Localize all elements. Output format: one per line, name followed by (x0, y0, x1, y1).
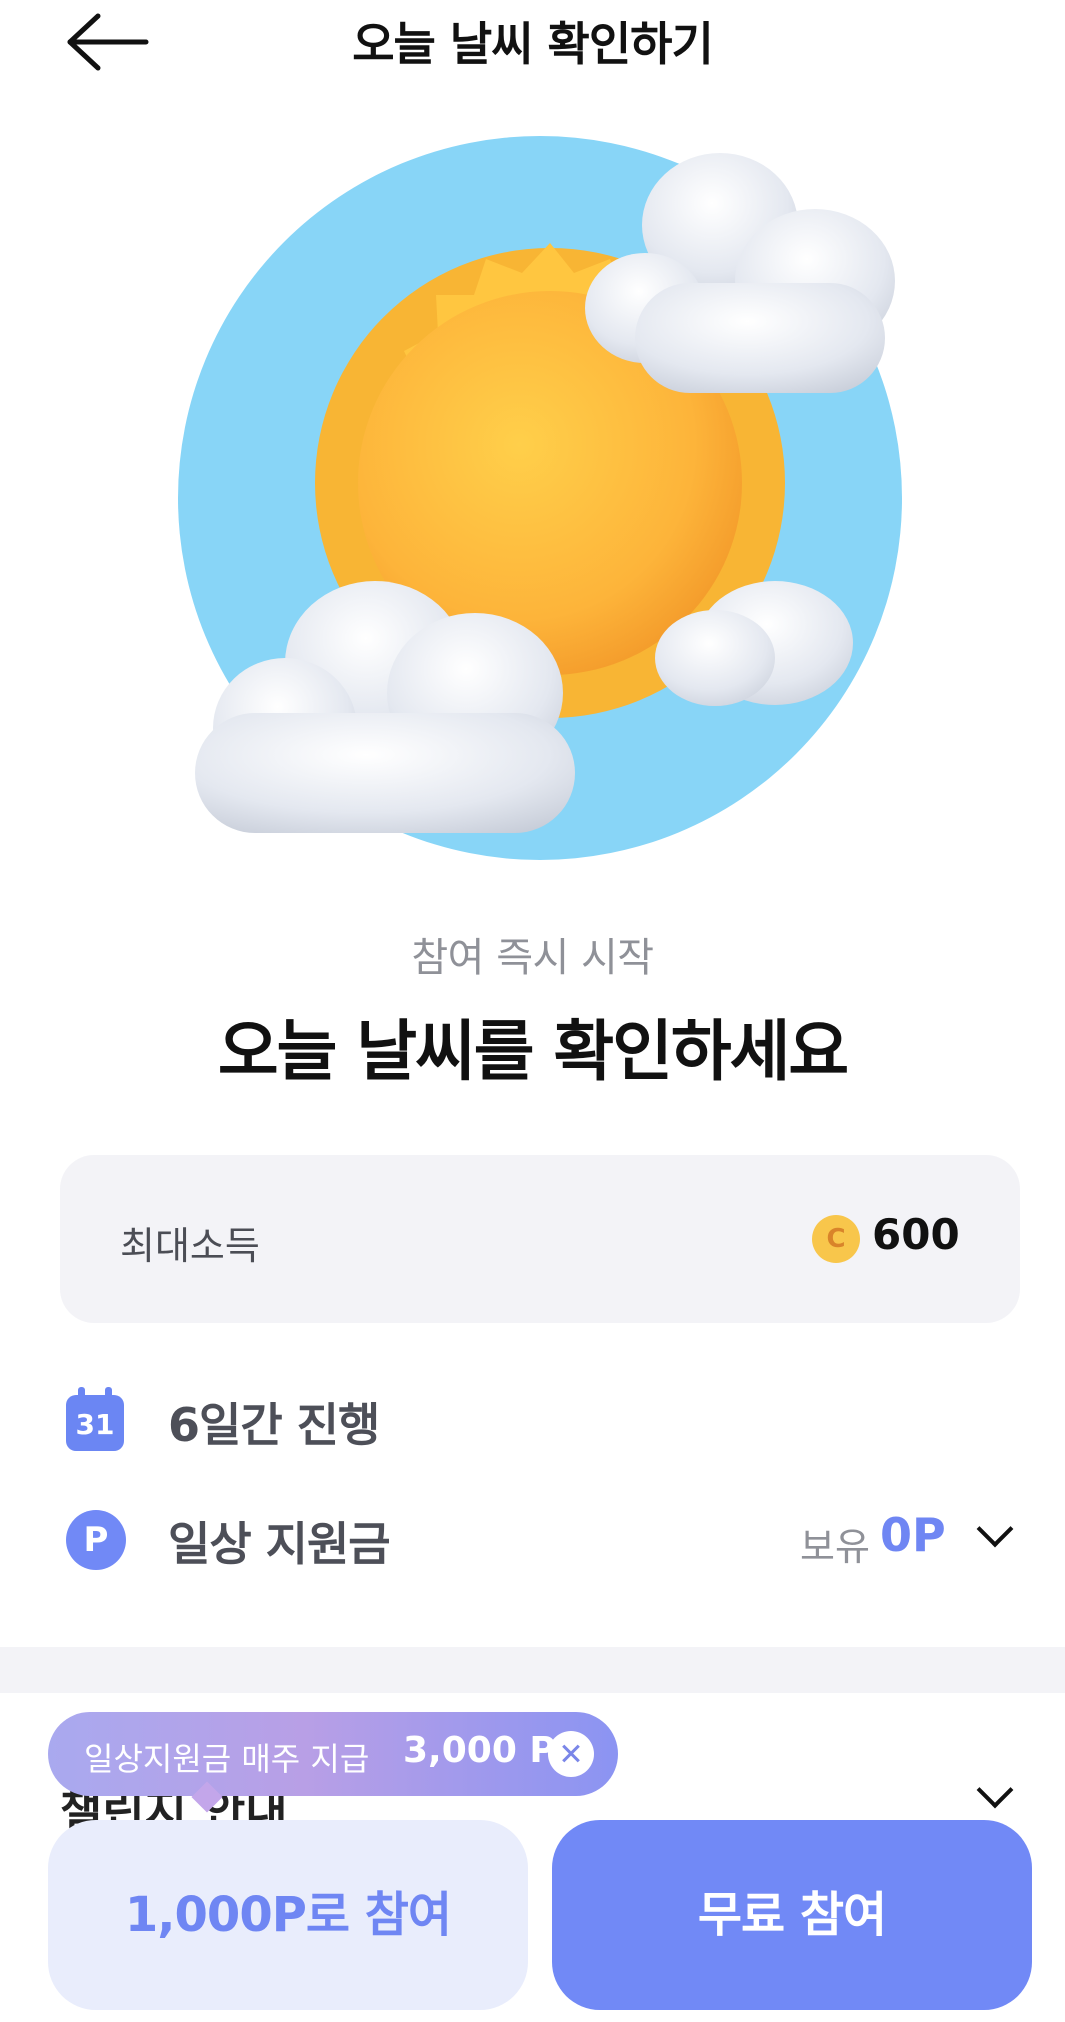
owned-label: 보유 (800, 1525, 870, 1569)
owned-points-value: 0P (880, 1508, 946, 1562)
support-fund-row[interactable]: P 일상 지원금 보유 0P (0, 1494, 1065, 1584)
duration-row: 31 6일간 진행 (0, 1375, 1065, 1465)
tooltip-text: 일상지원금 매주 지급 (84, 1740, 370, 1778)
page-title: 오늘 날씨 확인하기 (352, 17, 714, 71)
weekly-support-tooltip: 일상지원금 매주 지급 3,000 P (48, 1712, 618, 1796)
challenge-detail-screen: 오늘 날씨 확인하기 참여 즉시 시작 오늘 날씨를 확인하세요 최대소득 C … (0, 0, 1065, 2022)
chevron-down-icon[interactable] (976, 1771, 1014, 1809)
join-free-button[interactable]: 무료 참여 (552, 1820, 1032, 2010)
section-divider (0, 1647, 1065, 1693)
chevron-down-icon[interactable] (976, 1510, 1014, 1548)
max-earning-label: 최대소득 (120, 1224, 260, 1268)
point-icon: P (66, 1510, 126, 1570)
header-bar: 오늘 날씨 확인하기 (0, 0, 1065, 84)
start-subtitle: 참여 즉시 시작 (411, 935, 654, 981)
support-fund-label: 일상 지원금 (168, 1517, 391, 1571)
max-earning-card: 최대소득 C 600 (60, 1155, 1020, 1323)
calendar-icon: 31 (66, 1387, 124, 1451)
close-icon[interactable] (548, 1731, 594, 1777)
tooltip-amount: 3,000 P (403, 1730, 556, 1771)
max-earning-value: 600 (872, 1210, 960, 1259)
sun-and-clouds-icon (178, 136, 902, 860)
join-with-points-button[interactable]: 1,000P로 참여 (48, 1820, 528, 2010)
duration-label: 6일간 진행 (168, 1398, 380, 1452)
challenge-title: 오늘 날씨를 확인하세요 (217, 1013, 849, 1090)
coin-icon: C (812, 1215, 860, 1263)
weather-illustration (175, 133, 905, 863)
